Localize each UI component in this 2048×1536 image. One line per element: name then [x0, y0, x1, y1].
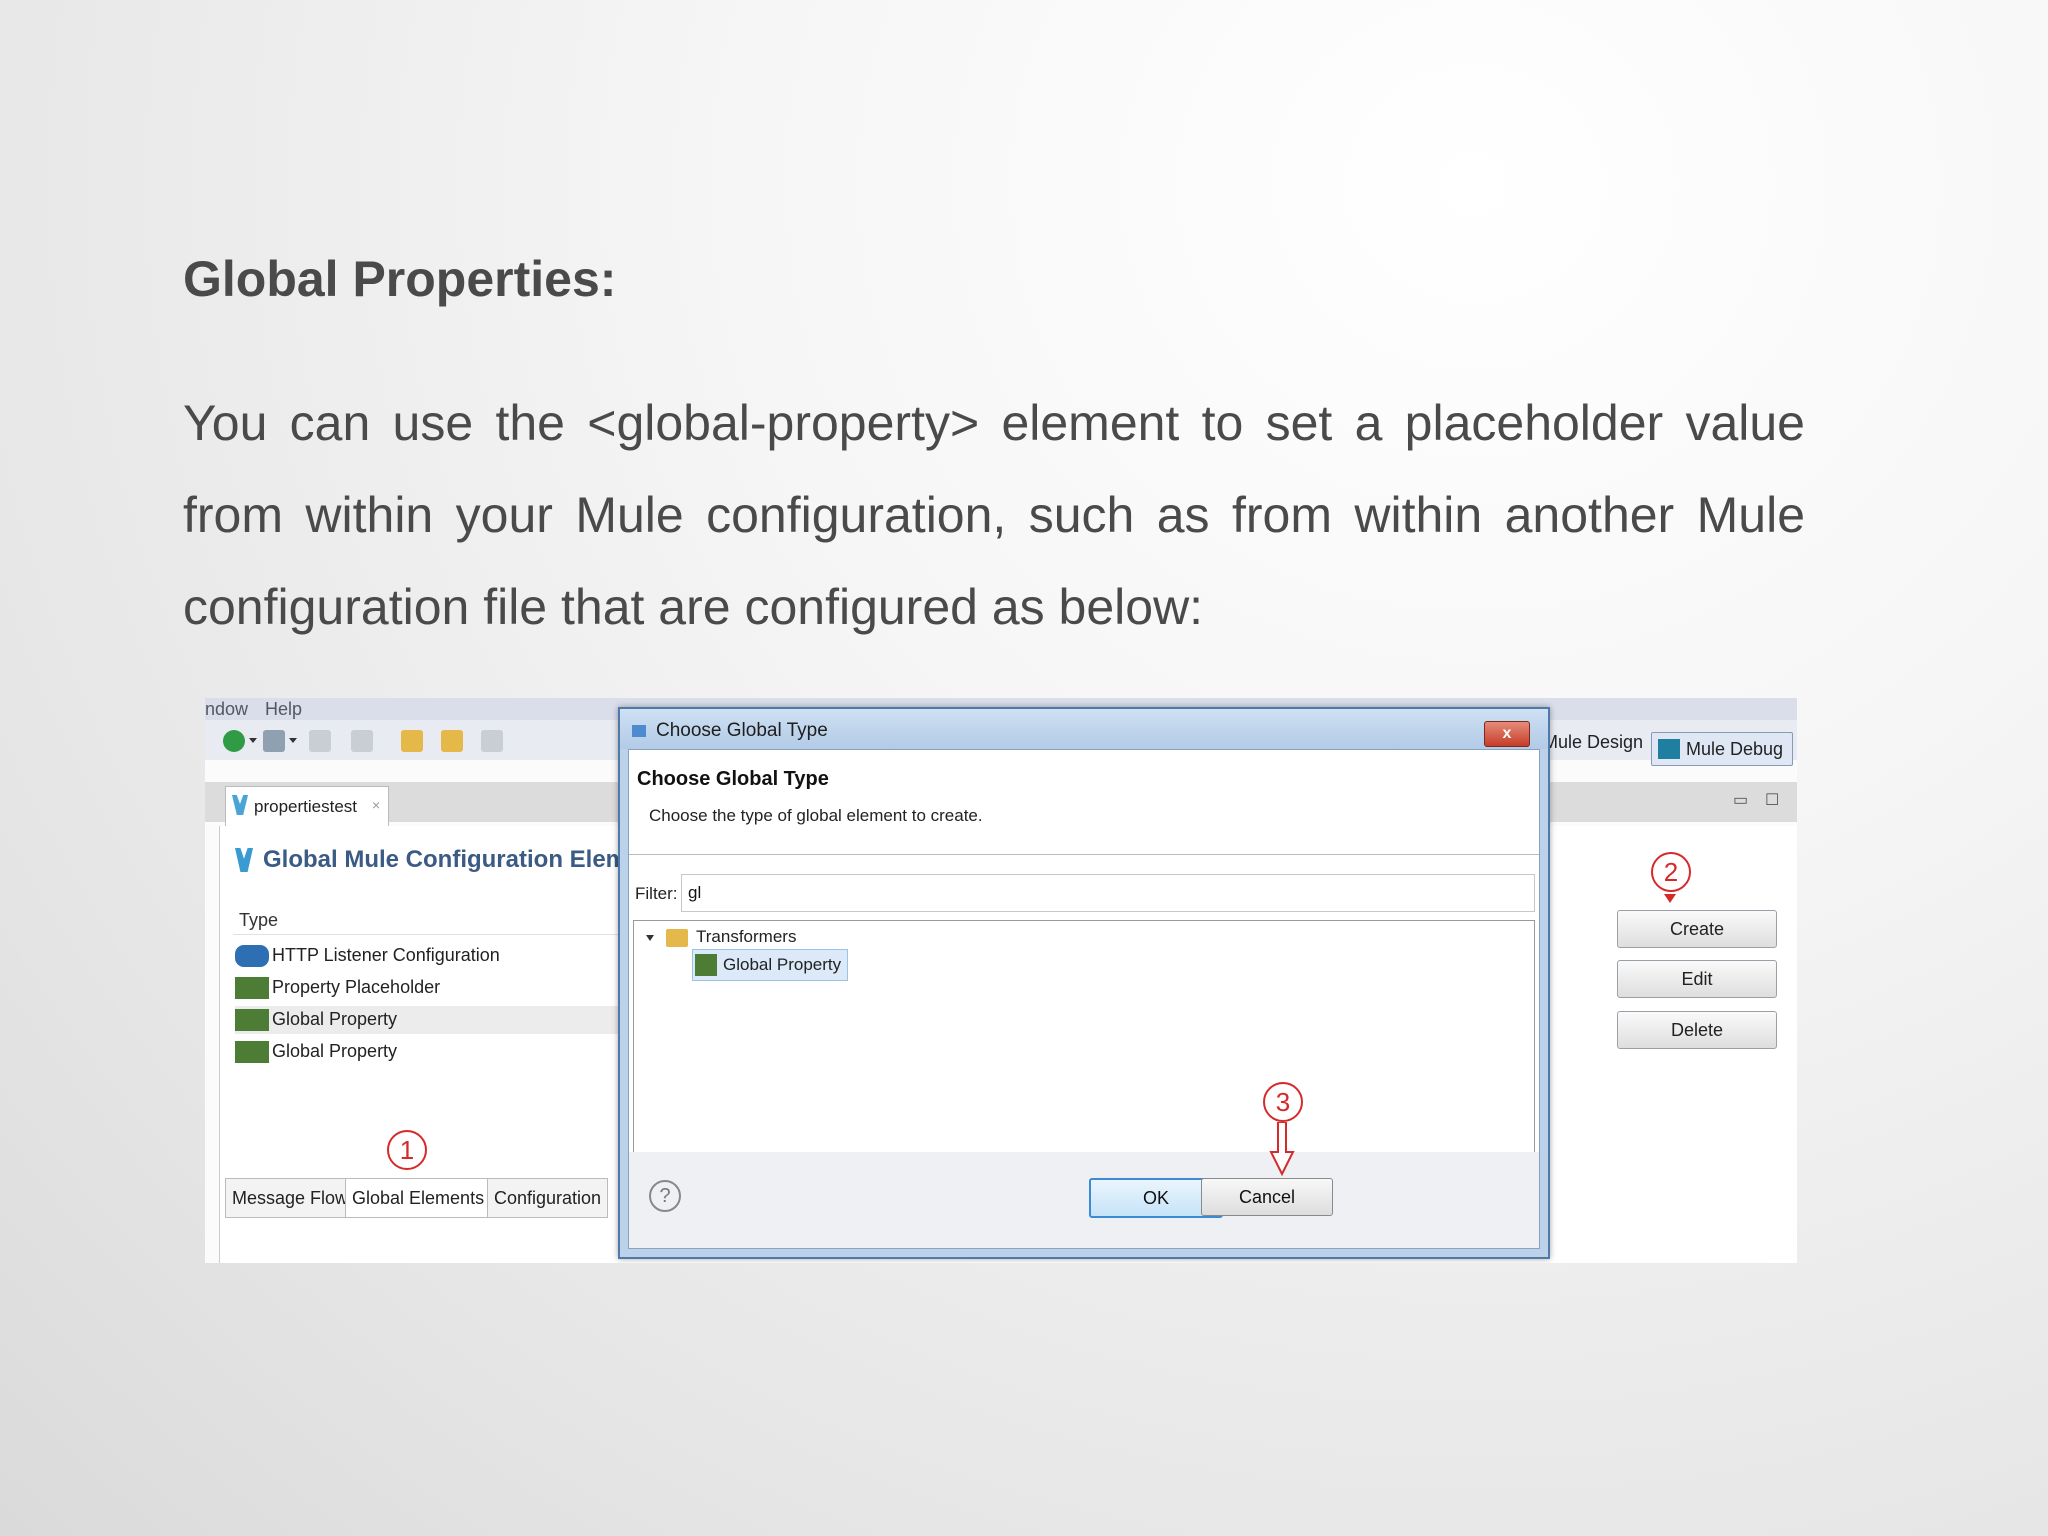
- element-label: Property Placeholder: [272, 977, 441, 997]
- element-label: Global Property: [272, 1009, 398, 1029]
- dialog-content: Choose Global Type Choose the type of gl…: [628, 749, 1540, 1249]
- expand-caret-icon[interactable]: [646, 935, 654, 941]
- dialog-titlebar[interactable]: Choose Global Type x: [620, 709, 1548, 749]
- property-icon: [235, 1041, 269, 1063]
- back-arrow-icon[interactable]: [401, 730, 423, 752]
- cancel-button[interactable]: Cancel: [1201, 1178, 1333, 1216]
- delete-button[interactable]: Delete: [1617, 1011, 1777, 1049]
- mule-icon: [232, 795, 248, 815]
- tab-global-elements[interactable]: Global Elements: [345, 1178, 492, 1218]
- menu-window[interactable]: ndow: [205, 699, 248, 720]
- perspective-mule-design[interactable]: Mule Design: [1543, 732, 1643, 753]
- debug-icon[interactable]: [263, 730, 285, 752]
- chevron-down-icon[interactable]: [249, 738, 257, 743]
- arrow-down-icon: [1664, 894, 1676, 903]
- property-icon: [235, 1009, 269, 1031]
- dialog-description: Choose the type of global element to cre…: [649, 806, 983, 825]
- edit-button[interactable]: Edit: [1617, 960, 1777, 998]
- toolbar-tool-icon[interactable]: [309, 730, 331, 752]
- property-icon: [695, 954, 717, 976]
- perspective-mule-debug[interactable]: Mule Debug: [1651, 732, 1793, 766]
- arrow-down-icon: [1269, 1122, 1295, 1177]
- mule-icon: [1658, 739, 1680, 759]
- filter-label: Filter:: [635, 884, 678, 903]
- type-tree: Transformers Global Property: [633, 920, 1535, 1154]
- dialog-icon: [632, 725, 646, 737]
- dialog-footer: ? OK Cancel: [629, 1152, 1539, 1248]
- callout-1: 1: [387, 1130, 427, 1170]
- ide-screenshot: ndow Help Mule Design Mule Debug propert…: [205, 698, 1797, 1263]
- menu-help[interactable]: Help: [265, 699, 302, 720]
- callout-2: 2: [1651, 852, 1691, 892]
- toolbar-tool-icon[interactable]: [351, 730, 373, 752]
- create-button[interactable]: Create: [1617, 910, 1777, 948]
- dialog-title: Choose Global Type: [656, 720, 828, 741]
- tree-folder-transformers[interactable]: Transformers: [696, 927, 796, 947]
- dialog-heading: Choose Global Type: [637, 768, 829, 790]
- choose-global-type-dialog: Choose Global Type x Choose Global Type …: [618, 707, 1550, 1259]
- element-label: Global Property: [272, 1041, 398, 1061]
- forward-arrow-icon[interactable]: [441, 730, 463, 752]
- editor-tab-label: propertiestest: [254, 797, 357, 816]
- chevron-down-icon[interactable]: [289, 738, 297, 743]
- tree-item-label: Global Property: [723, 955, 842, 974]
- filter-input[interactable]: gl: [681, 874, 1535, 912]
- close-tab-icon[interactable]: ×: [372, 797, 380, 813]
- slide-title: Global Properties:: [183, 251, 617, 307]
- tab-configuration[interactable]: Configuration: [487, 1178, 609, 1218]
- dialog-header: Choose Global Type Choose the type of gl…: [629, 750, 1539, 854]
- property-icon: [235, 977, 269, 999]
- run-icon[interactable]: [223, 730, 245, 752]
- toolbar-tool-icon[interactable]: [481, 730, 503, 752]
- tree-item-global-property[interactable]: Global Property: [692, 949, 849, 981]
- type-column-header[interactable]: Type: [239, 910, 278, 931]
- divider: [629, 854, 1539, 855]
- perspective-mule-debug-label: Mule Debug: [1686, 739, 1784, 759]
- minimize-icon[interactable]: ▭: [1733, 790, 1748, 810]
- help-icon[interactable]: ?: [649, 1180, 681, 1212]
- element-label: HTTP Listener Configuration: [272, 945, 500, 965]
- close-button[interactable]: x: [1484, 721, 1530, 747]
- http-icon: [235, 945, 269, 967]
- tab-message-flow[interactable]: Message Flow: [225, 1178, 356, 1218]
- panel-title: Global Mule Configuration Elem: [263, 846, 628, 873]
- folder-icon: [666, 929, 688, 947]
- editor-tab-propertiestest[interactable]: propertiestest ×: [225, 786, 389, 827]
- slide-body-text: You can use the <global-property> elemen…: [183, 395, 1805, 635]
- maximize-icon[interactable]: ☐: [1765, 790, 1779, 810]
- callout-3: 3: [1263, 1082, 1303, 1122]
